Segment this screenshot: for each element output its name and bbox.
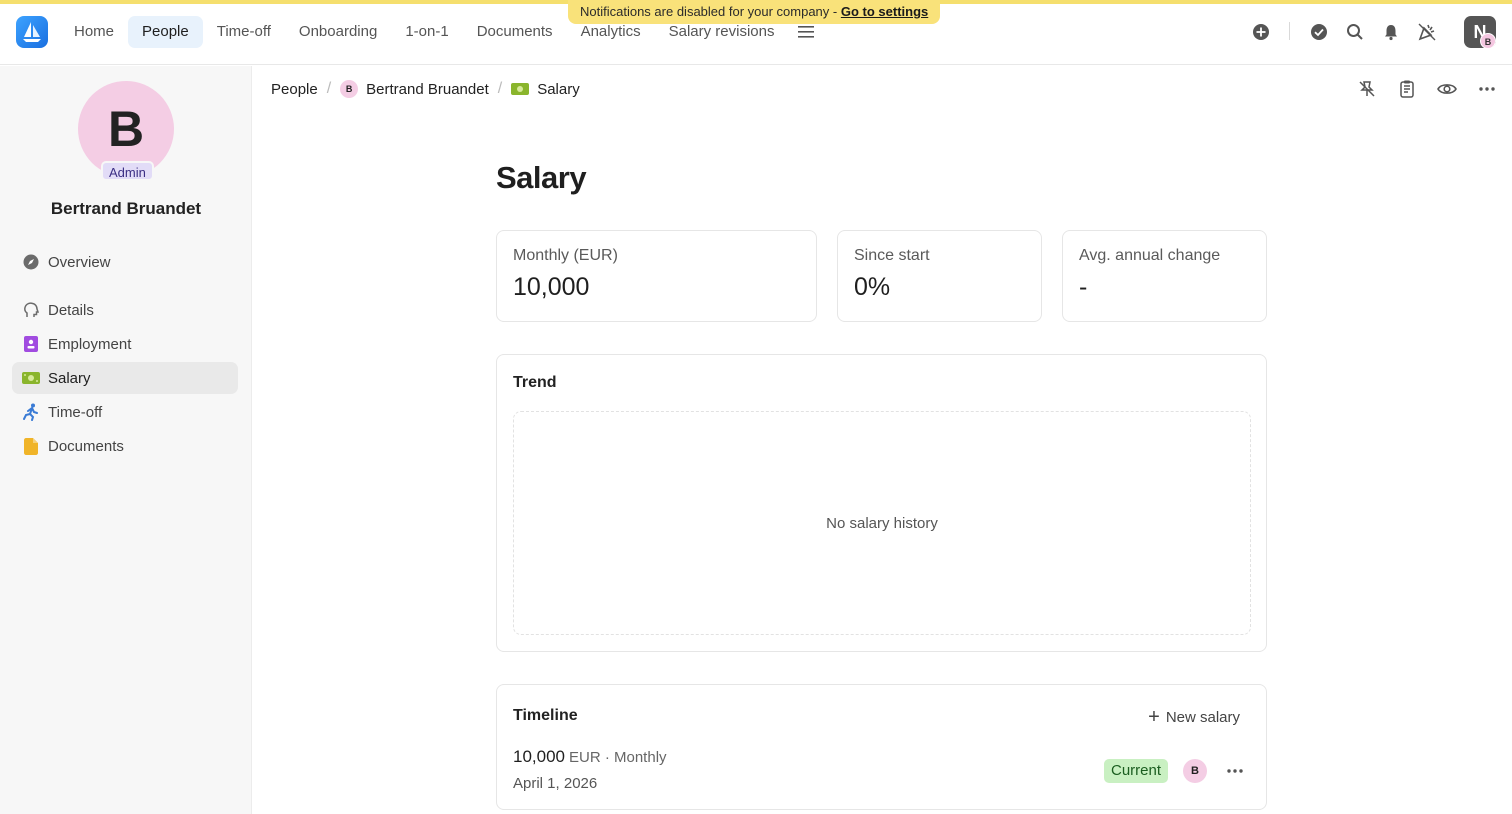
stat-value: 10,000 xyxy=(513,273,590,301)
timeline-entry-amount: 10,000 EUR · Monthly xyxy=(513,747,667,767)
sidebar-item-documents[interactable]: Documents xyxy=(12,430,238,462)
profile-sidebar: B Admin Bertrand Bruandet Overview Detai… xyxy=(0,66,252,814)
stat-monthly: Monthly (EUR) 10,000 xyxy=(496,230,817,322)
nav-one-on-one[interactable]: 1-on-1 xyxy=(391,16,462,48)
more-options-icon[interactable] xyxy=(1476,78,1498,100)
stat-avg-annual-change: Avg. annual change - xyxy=(1062,230,1267,322)
breadcrumb-separator: / xyxy=(497,80,503,97)
sidebar-item-time-off[interactable]: Time-off xyxy=(12,396,238,428)
notes-icon[interactable] xyxy=(1396,78,1418,100)
profile-name: Bertrand Bruandet xyxy=(50,199,202,218)
id-badge-icon xyxy=(22,335,40,353)
timeline-entry-more-icon[interactable] xyxy=(1223,759,1247,783)
search-icon[interactable] xyxy=(1343,20,1367,44)
breadcrumb-people[interactable]: People xyxy=(271,81,318,98)
trend-title: Trend xyxy=(513,374,557,391)
page-title: Salary xyxy=(496,160,587,195)
sidebar-item-employment[interactable]: Employment xyxy=(12,328,238,360)
check-circle-icon[interactable] xyxy=(1307,20,1331,44)
add-circle-icon[interactable] xyxy=(1249,20,1273,44)
celebration-icon[interactable] xyxy=(1415,20,1439,44)
empty-state-text: No salary history xyxy=(826,514,938,532)
banner-text: Notifications are disabled for your comp… xyxy=(580,4,841,19)
sidebar-item-label: Details xyxy=(48,301,94,319)
sidebar-item-label: Documents xyxy=(48,437,124,455)
sidebar-item-label: Employment xyxy=(48,335,132,353)
trend-card: Trend No salary history xyxy=(496,354,1267,652)
bell-icon[interactable] xyxy=(1379,20,1403,44)
toolbar-divider xyxy=(1289,22,1290,40)
notification-banner: Notifications are disabled for your comp… xyxy=(568,0,941,24)
stat-since-start: Since start 0% xyxy=(837,230,1042,322)
breadcrumb: People / B Bertrand Bruandet / Salary xyxy=(271,78,580,100)
stat-label: Avg. annual change xyxy=(1079,247,1221,264)
sidebar-item-label: Overview xyxy=(48,253,111,271)
user-workspace-avatar: B xyxy=(1480,33,1496,49)
breadcrumb-salary: Salary xyxy=(537,80,580,98)
money-icon xyxy=(511,82,530,96)
new-salary-label: New salary xyxy=(1165,708,1240,726)
breadcrumb-person-avatar: B xyxy=(340,80,359,98)
plus-icon: + xyxy=(1148,706,1160,728)
sidebar-item-salary[interactable]: Salary xyxy=(12,362,238,394)
app-logo[interactable] xyxy=(16,16,48,48)
nav-documents[interactable]: Documents xyxy=(463,16,567,48)
nav-time-off[interactable]: Time-off xyxy=(203,16,285,48)
unpin-icon[interactable] xyxy=(1356,78,1378,100)
compass-icon xyxy=(22,253,40,271)
sidebar-item-label: Time-off xyxy=(48,403,103,421)
new-salary-button[interactable]: + New salary xyxy=(1148,705,1240,729)
sidebar-item-overview[interactable]: Overview xyxy=(12,246,238,278)
sailboat-icon xyxy=(23,22,41,42)
salary-amount: 10,000 xyxy=(513,747,565,766)
sidebar-item-label: Salary xyxy=(48,369,91,387)
breadcrumb-separator: / xyxy=(326,80,332,97)
nav-people[interactable]: People xyxy=(128,16,203,48)
timeline-entry-date: April 1, 2026 xyxy=(513,775,598,792)
stat-value: - xyxy=(1079,273,1088,301)
nav-onboarding[interactable]: Onboarding xyxy=(285,16,391,48)
profile-head-icon xyxy=(22,301,40,319)
nav-home[interactable]: Home xyxy=(60,16,128,48)
money-icon xyxy=(22,369,40,387)
stat-label: Since start xyxy=(854,247,930,264)
role-badge: Admin xyxy=(101,161,154,181)
document-icon xyxy=(22,437,40,455)
sidebar-item-details[interactable]: Details xyxy=(12,294,238,326)
breadcrumb-person[interactable]: Bertrand Bruandet xyxy=(366,81,489,98)
author-avatar: B xyxy=(1183,759,1207,783)
running-person-icon xyxy=(22,403,40,421)
trend-empty-state: No salary history xyxy=(513,411,1251,635)
stat-value: 0% xyxy=(854,273,891,301)
status-badge: Current xyxy=(1104,759,1169,783)
stat-label: Monthly (EUR) xyxy=(513,247,618,264)
go-to-settings-link[interactable]: Go to settings xyxy=(841,4,928,19)
timeline-card: Timeline + New salary 10,000 EUR · Monthl… xyxy=(496,684,1267,810)
timeline-title: Timeline xyxy=(513,707,578,724)
eye-icon[interactable] xyxy=(1436,78,1458,100)
salary-meta: EUR · Monthly xyxy=(569,749,667,766)
